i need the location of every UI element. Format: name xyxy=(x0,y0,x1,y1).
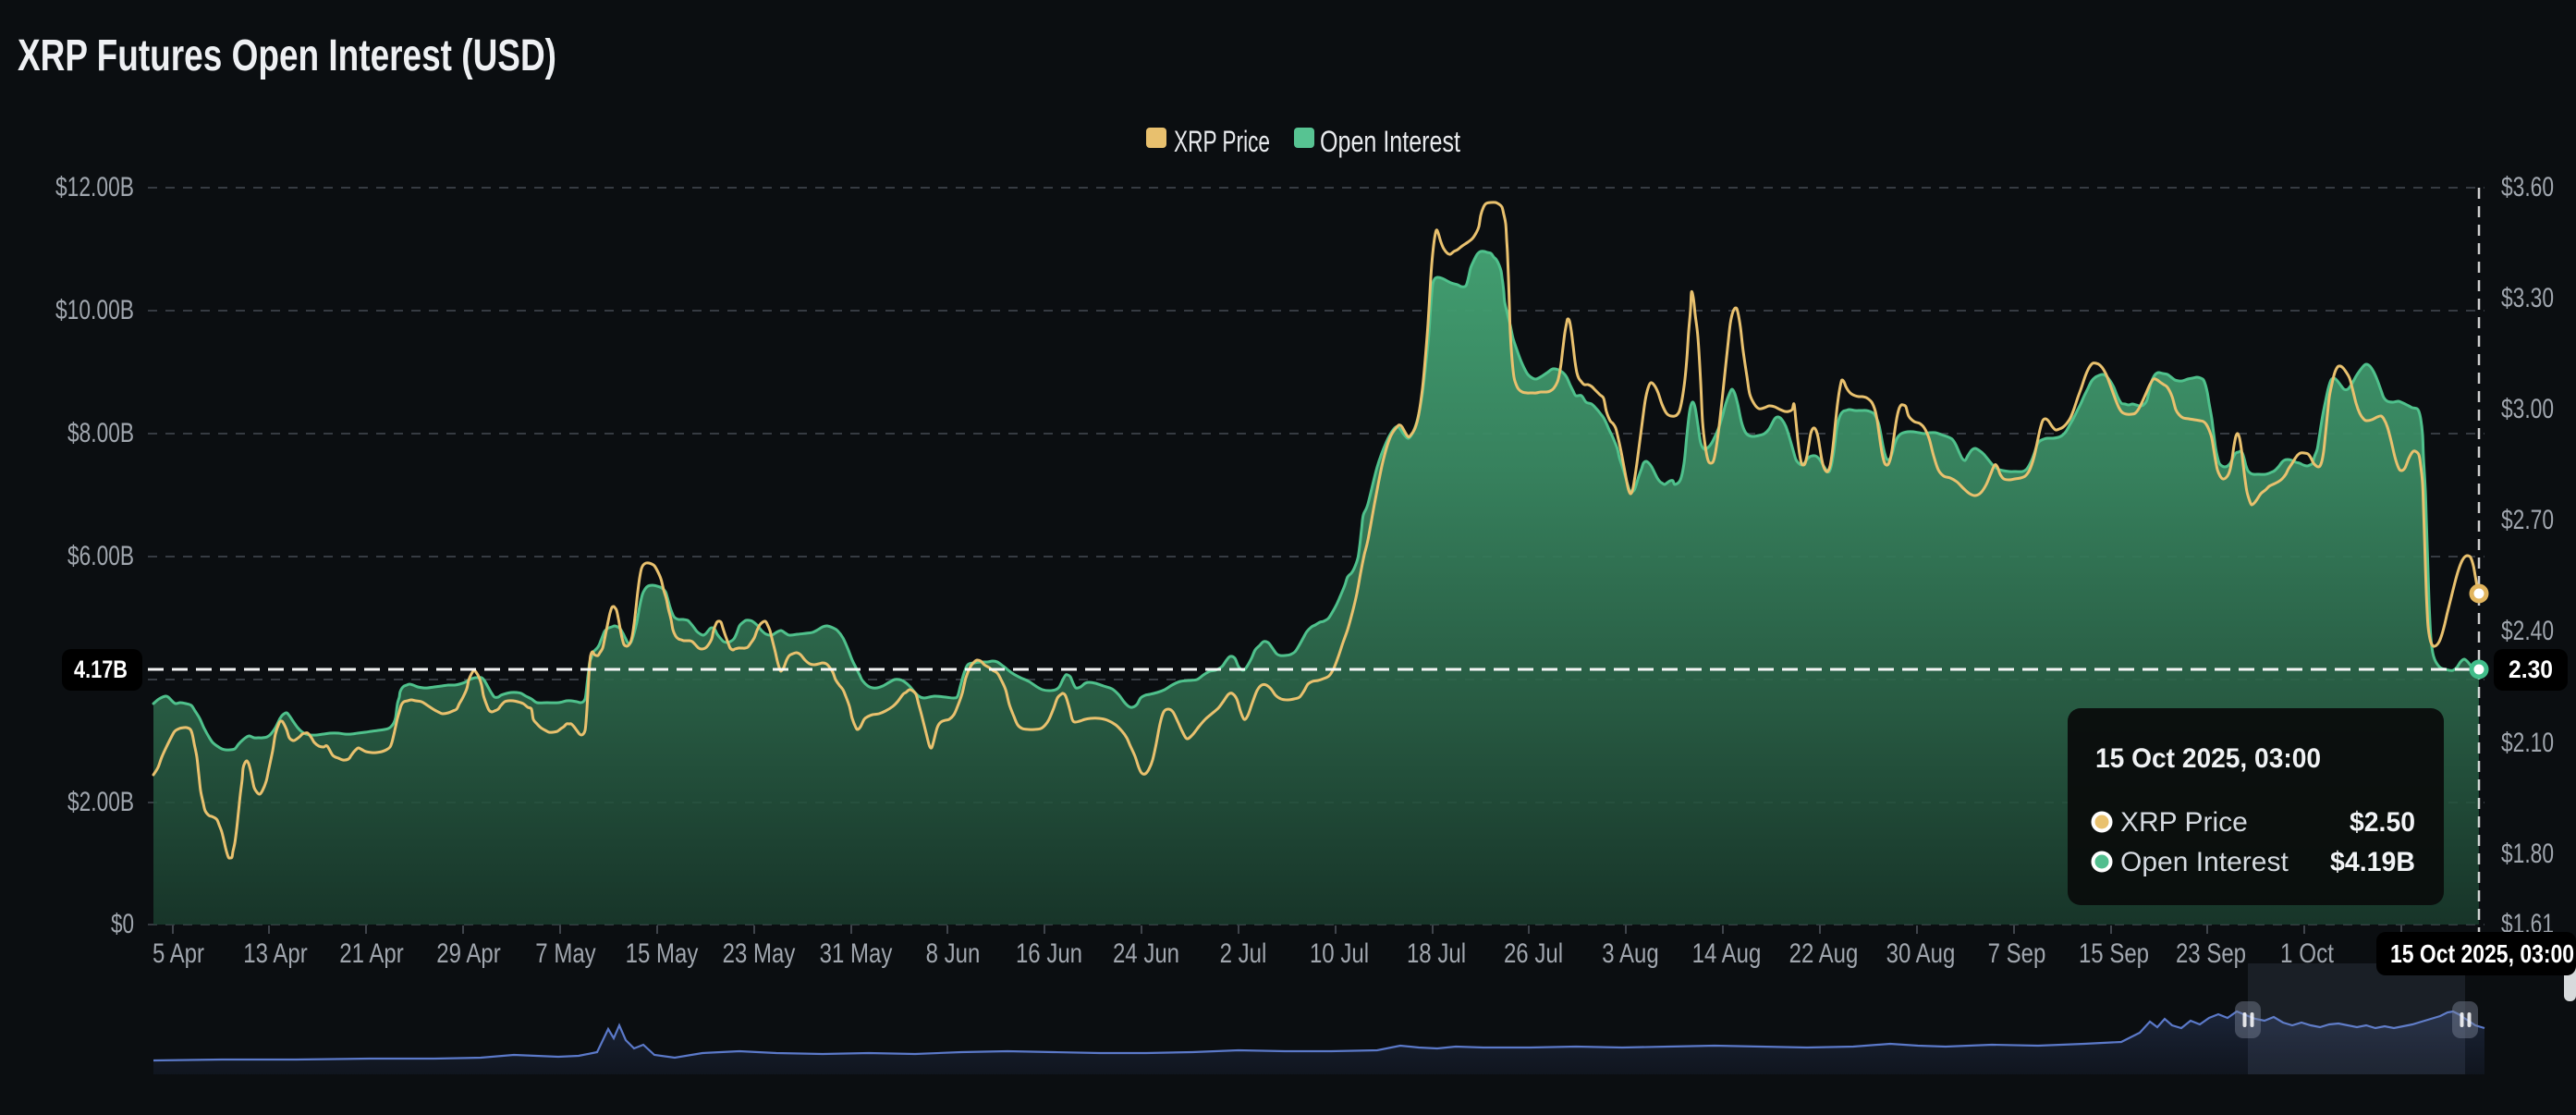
svg-text:29 Apr: 29 Apr xyxy=(436,938,500,969)
svg-text:4.17B: 4.17B xyxy=(74,656,128,683)
svg-text:Open Interest: Open Interest xyxy=(1320,125,1460,158)
svg-text:13 Apr: 13 Apr xyxy=(243,938,307,969)
svg-text:$3.00: $3.00 xyxy=(2501,394,2554,424)
svg-text:15 Oct 2025, 03:00: 15 Oct 2025, 03:00 xyxy=(2390,939,2574,968)
svg-text:XRP Price: XRP Price xyxy=(1174,125,1270,158)
svg-text:$1.80: $1.80 xyxy=(2501,839,2554,869)
svg-text:$4.19B: $4.19B xyxy=(2330,847,2415,877)
svg-text:$3.30: $3.30 xyxy=(2501,283,2554,313)
svg-text:$8.00B: $8.00B xyxy=(67,418,134,448)
svg-text:10 Jul: 10 Jul xyxy=(1310,938,1369,969)
svg-text:7 Sep: 7 Sep xyxy=(1988,938,2046,969)
svg-text:7 May: 7 May xyxy=(535,938,595,969)
svg-text:15 May: 15 May xyxy=(626,938,699,969)
svg-text:$2.10: $2.10 xyxy=(2501,728,2554,758)
svg-text:$12.00B: $12.00B xyxy=(55,172,134,202)
svg-text:8 Jun: 8 Jun xyxy=(926,938,981,969)
svg-text:21 Apr: 21 Apr xyxy=(339,938,403,969)
svg-text:3 Aug: 3 Aug xyxy=(1602,938,1658,969)
svg-text:23 May: 23 May xyxy=(723,938,796,969)
svg-text:31 May: 31 May xyxy=(820,938,893,969)
svg-text:14 Aug: 14 Aug xyxy=(1692,938,1762,969)
svg-text:24 Jun: 24 Jun xyxy=(1113,938,1179,969)
svg-text:23 Sep: 23 Sep xyxy=(2176,938,2246,969)
svg-text:$2.00B: $2.00B xyxy=(67,787,134,817)
svg-text:Open Interest: Open Interest xyxy=(2120,847,2289,877)
svg-text:$2.40: $2.40 xyxy=(2501,616,2554,646)
svg-text:$3.60: $3.60 xyxy=(2501,172,2554,202)
svg-text:XRP Futures Open Interest (USD: XRP Futures Open Interest (USD) xyxy=(18,31,556,80)
svg-text:XRP Price: XRP Price xyxy=(2120,807,2248,838)
svg-text:$0: $0 xyxy=(111,909,134,939)
svg-text:22 Aug: 22 Aug xyxy=(1789,938,1859,969)
svg-text:26 Jul: 26 Jul xyxy=(1504,938,1563,969)
svg-text:2 Jul: 2 Jul xyxy=(1220,938,1267,969)
svg-text:16 Jun: 16 Jun xyxy=(1016,938,1082,969)
svg-text:1 Oct: 1 Oct xyxy=(2280,938,2334,969)
svg-text:$6.00B: $6.00B xyxy=(67,541,134,571)
svg-text:$2.50: $2.50 xyxy=(2350,807,2415,838)
svg-text:15 Oct 2025, 03:00: 15 Oct 2025, 03:00 xyxy=(2095,743,2321,774)
svg-text:30 Aug: 30 Aug xyxy=(1886,938,1956,969)
svg-text:18 Jul: 18 Jul xyxy=(1407,938,1466,969)
svg-text:2.30: 2.30 xyxy=(2509,656,2553,683)
svg-text:5 Apr: 5 Apr xyxy=(153,938,204,969)
svg-text:15 Sep: 15 Sep xyxy=(2079,938,2149,969)
svg-text:$10.00B: $10.00B xyxy=(55,295,134,325)
svg-text:$2.70: $2.70 xyxy=(2501,505,2554,535)
